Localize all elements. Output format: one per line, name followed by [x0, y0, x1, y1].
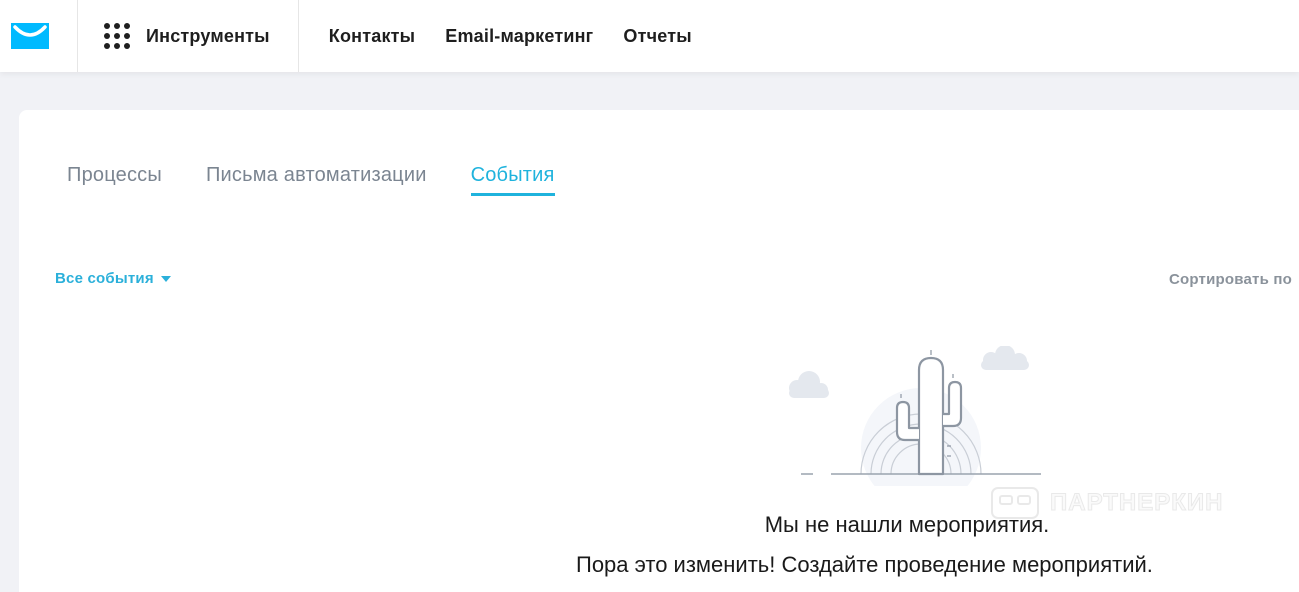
sort-by-dropdown[interactable]: Сортировать по — [1169, 271, 1292, 288]
cactus-empty-illustration — [789, 346, 1041, 486]
empty-state-subtitle: Пора это изменить! Создайте проведение м… — [576, 552, 1153, 577]
tab-automation-emails[interactable]: Письма автоматизации — [206, 164, 427, 196]
tools-label: Инструменты — [146, 25, 270, 46]
envelope-logo-icon — [10, 23, 49, 49]
watermark: ПАРТНЕРКИН — [990, 486, 1224, 520]
nav-contacts[interactable]: Контакты — [329, 26, 415, 47]
caret-down-icon — [160, 275, 171, 282]
events-filter-dropdown[interactable]: Все события — [55, 270, 171, 287]
main-nav: Контакты Email-маркетинг Отчеты — [299, 0, 722, 72]
tools-menu-button[interactable]: Инструменты — [78, 0, 299, 72]
automation-tabs: Процессы Письма автоматизации События — [67, 164, 599, 196]
events-filter-label: Все события — [55, 270, 154, 287]
watermark-logo-icon — [991, 487, 1039, 519]
watermark-text: ПАРТНЕРКИН — [1050, 489, 1224, 517]
top-bar: Инструменты Контакты Email-маркетинг Отч… — [0, 0, 1299, 72]
cloud-right-icon — [981, 346, 1029, 370]
nav-email-marketing[interactable]: Email-маркетинг — [445, 26, 593, 47]
tab-events[interactable]: События — [470, 164, 555, 196]
nav-reports[interactable]: Отчеты — [623, 26, 691, 47]
tab-processes[interactable]: Процессы — [67, 164, 162, 196]
cloud-left-icon — [789, 371, 829, 398]
apps-grid-icon — [104, 23, 130, 49]
app-logo[interactable] — [0, 0, 78, 72]
